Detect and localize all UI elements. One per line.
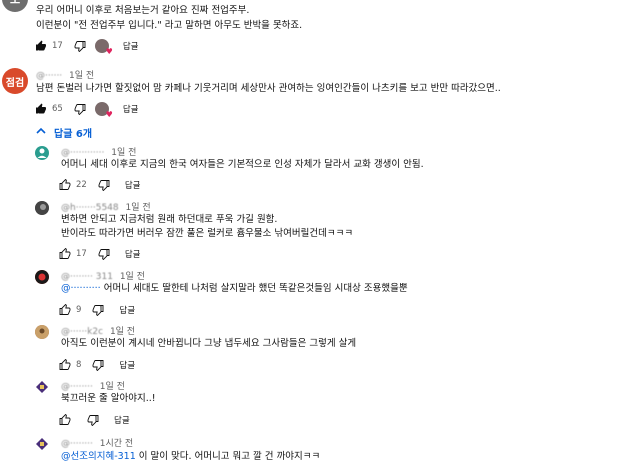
reply-button[interactable]: 답글	[123, 40, 139, 52]
comment-text: 어머니 세대도 딸한테 나처럼 살지말라 했던 똑같은것들임 시대상 조용했을뿐	[103, 283, 408, 294]
comment-meta: @········ 1일 전	[61, 379, 125, 392]
comment-text-line: 북끄러운 줄 알아야지..!	[61, 393, 156, 404]
comment-actions: 17 답글	[58, 246, 140, 262]
reply-button[interactable]: 답글	[123, 103, 139, 115]
avatar[interactable]	[35, 325, 49, 339]
thumbs-down-icon[interactable]	[86, 413, 100, 427]
creator-heart-avatar: ♥	[94, 102, 113, 119]
timestamp: 1일 전	[99, 382, 125, 392]
avatar[interactable]	[35, 437, 49, 451]
avatar[interactable]	[35, 380, 49, 394]
comment-text-line: 우리 어머니 이후로 처음보는거 같아요 진짜 전업주부.	[36, 5, 250, 16]
comment-text-line: 아직도 이런분이 계시네 안바뀝니다 그냥 냅두세요 그사람들은 그렇게 살게	[61, 338, 357, 349]
pixel-character-icon	[36, 438, 48, 450]
avatar-initial: 모	[10, 0, 20, 7]
comment-meta: @h·······5548 1일 전	[61, 200, 151, 213]
thumbs-up-icon[interactable]	[58, 358, 72, 372]
author-handle[interactable]: @······k2c	[61, 327, 103, 337]
comment-meta: @········ 1시간 전	[61, 436, 133, 449]
heart-icon: ♥	[105, 110, 113, 119]
comment-text-line: @·········· 어머니 세대도 딸한테 나처럼 살지말라 했던 똑같은것…	[61, 282, 408, 295]
avatar[interactable]	[35, 201, 49, 215]
thumbs-up-icon[interactable]	[58, 303, 72, 317]
thumbs-down-icon[interactable]	[97, 178, 111, 192]
profile-photo-icon	[35, 270, 49, 284]
comment-text-line: @선조의지혜-311 이 말이 맞다. 어머니고 뭐고 깔 건 까야지ㅋㅋ	[61, 450, 320, 463]
thumbs-up-icon[interactable]	[34, 39, 48, 53]
author-handle[interactable]: @············	[61, 148, 104, 158]
author-handle[interactable]: @······	[36, 71, 62, 81]
thumbs-up-icon[interactable]	[58, 178, 72, 192]
pixel-character-icon	[36, 381, 48, 393]
heart-icon: ♥	[105, 47, 113, 56]
reply-button[interactable]: 답글	[119, 304, 135, 316]
thumbs-up-icon[interactable]	[58, 413, 72, 427]
profile-photo-icon	[35, 325, 49, 339]
profile-photo-icon	[35, 201, 49, 215]
comment-text-line: 어머니 세대 이후로 지금의 한국 여자들은 기본적으로 인성 자체가 달라서 …	[61, 159, 424, 170]
thumbs-down-icon[interactable]	[97, 247, 111, 261]
thumbs-up-icon[interactable]	[58, 247, 72, 261]
thumbs-down-icon[interactable]	[91, 358, 105, 372]
author-handle[interactable]: @········	[61, 439, 93, 449]
comment-text-line: 이런분이 "전 전업주부 입니다." 라고 말하면 아무도 반박을 못하죠.	[36, 20, 303, 31]
comment-meta: @············ 1일 전	[61, 145, 136, 158]
thumbs-down-icon[interactable]	[73, 102, 87, 116]
like-count: 17	[52, 41, 63, 51]
comment-actions: 65 ♥ 답글	[34, 101, 139, 119]
thumbs-down-icon[interactable]	[91, 303, 105, 317]
author-handle[interactable]: @h·······5548	[61, 203, 119, 213]
author-handle[interactable]: @········ 311	[61, 272, 113, 282]
comment-text-line: 남편 돈벌러 나가면 할짓없어 맘 카페나 기웃거리며 세상만사 관여하는 잉여…	[36, 83, 501, 94]
chevron-up-icon	[36, 127, 46, 138]
timestamp: 1일 전	[109, 327, 136, 337]
reply-button[interactable]: 답글	[119, 359, 135, 371]
thumbs-up-icon[interactable]	[34, 102, 48, 116]
comment-text-line: 반이라도 따라가면 버러우 잠깐 풀은 럴커로 흄우물소 낚여버릴건데ㅋㅋㅋ	[61, 228, 354, 239]
reply-button[interactable]: 답글	[125, 179, 141, 191]
like-count: 17	[76, 249, 87, 259]
comment-text-line: 변하면 안되고 지금처럼 원래 하던대로 푸욱 가길 원함.	[61, 214, 278, 225]
avatar[interactable]: 점검	[2, 68, 28, 94]
author-handle[interactable]: @········	[61, 382, 93, 392]
creator-heart-avatar: ♥	[94, 39, 113, 56]
avatar[interactable]	[35, 270, 49, 284]
user-silhouette-icon	[37, 148, 47, 158]
avatar[interactable]	[35, 146, 49, 160]
replies-toggle-label: 답글 6개	[54, 129, 93, 140]
thumbs-down-icon[interactable]	[73, 39, 87, 53]
comment-meta: @······k2c 1일 전	[61, 324, 135, 337]
like-count: 8	[76, 360, 82, 370]
comment-actions: 9 답글	[58, 302, 135, 318]
like-count: 65	[52, 104, 63, 114]
reply-button[interactable]: 답글	[114, 414, 130, 426]
timestamp: 1시간 전	[99, 439, 134, 449]
timestamp: 1일 전	[125, 203, 151, 213]
reply-button[interactable]: 답글	[125, 248, 141, 260]
comment-actions: 8 답글	[58, 357, 135, 373]
comment-actions: 답글	[58, 412, 130, 428]
comment-meta: @······ 1일 전	[36, 68, 94, 81]
like-count: 9	[76, 305, 82, 315]
comment-text: 이 말이 맞다. 어머니고 뭐고 깔 건 까야지ㅋㅋ	[135, 451, 321, 462]
comment-actions: 17 ♥ 답글	[34, 38, 139, 56]
timestamp: 1일 전	[69, 71, 95, 81]
comment-meta: @········ 311 1일 전	[61, 269, 145, 282]
mention-link[interactable]: @··········	[61, 283, 104, 294]
timestamp: 1일 전	[119, 272, 145, 282]
replies-toggle[interactable]: 답글 6개	[36, 125, 92, 140]
like-count: 22	[76, 180, 87, 190]
avatar-initial: 점검	[5, 77, 25, 89]
timestamp: 1일 전	[111, 148, 137, 158]
comment-actions: 22 답글	[58, 177, 140, 193]
mention-link[interactable]: @선조의지혜-311	[61, 451, 136, 462]
avatar[interactable]: 모	[2, 0, 28, 12]
